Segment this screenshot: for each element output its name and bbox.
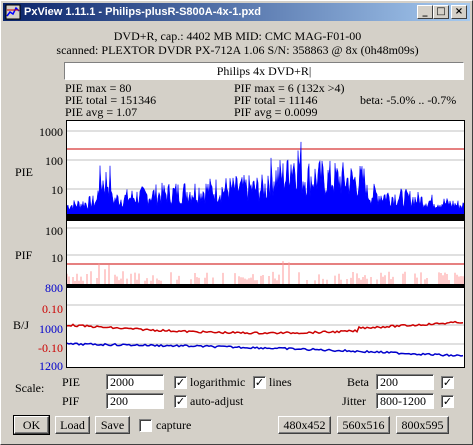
load-button[interactable]: Load	[55, 416, 90, 434]
disc-info: DVD+R, cap.: 4402 MB MID: CMC MAG-F01-00	[113, 29, 362, 43]
lines-checkbox[interactable]: ✓	[253, 376, 266, 389]
size-480x452-button[interactable]: 480x452	[278, 416, 331, 434]
window-title: PxView 1.11.1 - Philips-plusR-S800A-4x-1…	[24, 6, 261, 18]
scan-info: scanned: PLEXTOR DVDR PX-712A 1.06 S/N: …	[56, 43, 419, 57]
pif-avg: PIF avg = 0.0099	[234, 105, 318, 119]
pif-graph	[66, 227, 464, 287]
pxview-window: PxView 1.11.1 - Philips-plusR-S800A-4x-1…	[0, 0, 473, 445]
save-button[interactable]: Save	[95, 416, 130, 434]
pie-plot-label: PIE	[15, 165, 33, 179]
pie-tick-10: 10	[51, 183, 63, 197]
auto-adjust-label[interactable]: auto-adjust	[190, 394, 243, 408]
jitter-checkbox[interactable]: ✓	[441, 395, 454, 408]
pie-scale-label: PIE	[62, 375, 80, 389]
auto-adjust-checkbox[interactable]: ✓	[174, 395, 187, 408]
pif-plot-label: PIF	[15, 248, 33, 262]
beta-tick-plus-010: 0.10	[42, 302, 63, 316]
beta-scale-label: Beta	[347, 375, 369, 389]
minimize-button[interactable]: _	[417, 5, 433, 19]
pie-data-series	[66, 141, 465, 219]
jitter-tick-800: 800	[45, 281, 63, 295]
disc-label-input[interactable]: Philips 4x DVD+R|	[64, 62, 464, 80]
pif-scale-input[interactable]: 200	[106, 393, 164, 409]
pie-scale-input[interactable]: 2000	[106, 374, 164, 390]
beta-checkbox[interactable]: ✓	[441, 376, 454, 389]
beta-range: beta: -5.0% .. -0.7%	[360, 93, 457, 107]
ok-button[interactable]: OK	[13, 415, 50, 435]
title-bar[interactable]: PxView 1.11.1 - Philips-plusR-S800A-4x-1…	[3, 3, 470, 21]
pif-tick-100: 100	[45, 224, 63, 238]
scale-label: Scale:	[15, 381, 45, 395]
beta-scale-input[interactable]: 200	[376, 374, 434, 390]
lines-label[interactable]: lines	[269, 375, 292, 389]
jitter-scale-input[interactable]: 800-1200	[376, 393, 434, 409]
pie-avg: PIE avg = 1.07	[65, 105, 138, 119]
size-560x516-button[interactable]: 560x516	[337, 416, 390, 434]
capture-checkbox[interactable]	[139, 419, 152, 432]
pif-tick-10: 10	[51, 251, 63, 265]
app-icon	[5, 4, 21, 20]
jitter-tick-1200: 1200	[39, 359, 63, 373]
logarithmic-checkbox[interactable]: ✓	[174, 376, 187, 389]
jitter-scale-label: Jitter	[342, 394, 366, 408]
pie-plot	[66, 120, 465, 221]
beta-jitter-plot	[66, 287, 465, 368]
beta-data-series	[66, 320, 464, 335]
bj-plot-label: B/J	[13, 318, 30, 332]
close-button[interactable]: ×	[451, 5, 467, 19]
pie-graph	[66, 130, 465, 220]
capture-label[interactable]: capture	[156, 418, 191, 432]
logarithmic-label[interactable]: logarithmic	[190, 375, 245, 389]
size-800x595-button[interactable]: 800x595	[396, 416, 449, 434]
pie-tick-1000: 1000	[39, 125, 63, 139]
maximize-button[interactable]: □	[433, 5, 449, 19]
jitter-data-series	[66, 342, 464, 357]
pif-plot	[66, 220, 465, 288]
beta-jitter-graph	[66, 304, 464, 357]
pif-scale-label: PIF	[62, 394, 80, 408]
beta-tick-minus-010: -0.10	[38, 341, 63, 355]
jitter-tick-1000: 1000	[39, 322, 63, 336]
pie-tick-100: 100	[45, 154, 63, 168]
